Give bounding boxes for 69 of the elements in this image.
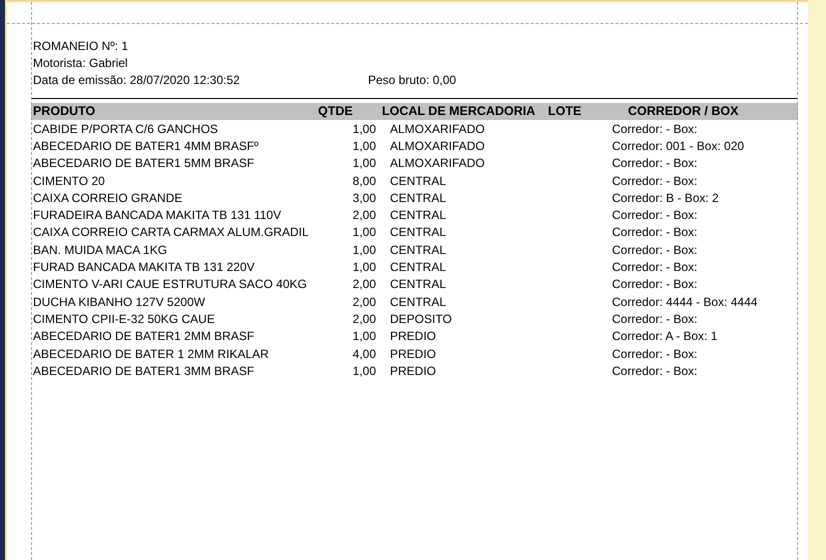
report-title: ROMANEIO Nº: 1 — [33, 38, 130, 55]
column-header: LOTE — [548, 103, 582, 120]
table-cell-text: 1,00 — [352, 224, 376, 242]
table-cell-text: 4,00 — [352, 346, 376, 363]
column-header: QTDE — [318, 103, 354, 120]
table-cell-text: ABECEDARIO DE BATER1 5MM BRASF — [32, 155, 256, 172]
table-cell-text: 2,00 — [352, 207, 376, 224]
table-cell-text: 1,00 — [352, 155, 376, 172]
table-cell-text: 1,00 — [352, 138, 376, 155]
column-header: LOCAL DE MERCADORIA — [382, 103, 536, 120]
table-cell-text: PREDIO — [389, 346, 438, 363]
table-cell-text: Corredor: B - Box: 2 — [612, 190, 720, 207]
table-cell-text: 1,00 — [352, 120, 376, 138]
table-cell-text: ALMOXARIFADO — [389, 138, 486, 155]
table-cell-text: ALMOXARIFADO — [389, 155, 486, 172]
table-cell-text: Corredor: 4444 - Box: 4444 — [612, 294, 758, 311]
table-cell-text: DEPOSITO — [389, 310, 453, 328]
table-cell-text: CAIXA CORREIO CARTA CARMAX ALUM.GRADIL — [32, 224, 310, 242]
table-cell-text: Corredor: A - Box: 1 — [612, 328, 718, 346]
table-cell-text: CENTRAL — [389, 207, 448, 224]
table-cell-text: ABECEDARIO DE BATER 1 2MM RIKALAR — [32, 346, 270, 363]
table-cell-text: DUCHA KIBANHO 127V 5200W — [32, 294, 206, 311]
table-cell-text: Corredor: - Box: — [612, 362, 698, 380]
table-cell-text: Corredor: - Box: — [612, 120, 698, 138]
table-cell-text: CABIDE P/PORTA C/6 GANCHOS — [32, 120, 219, 138]
table-cell-text: CENTRAL — [389, 294, 448, 311]
table-cell-text: ALMOXARIFADO — [389, 120, 486, 138]
table-cell-text: 1,00 — [352, 242, 376, 259]
table-cell-text: Corredor: - Box: — [612, 310, 698, 328]
table-cell-text: 2,00 — [352, 276, 376, 294]
table-cell-text: Corredor: - Box: — [612, 172, 698, 190]
column-header: CORREDOR / BOX — [628, 103, 740, 120]
table-cell-text: Corredor: - Box: — [612, 259, 698, 276]
table-cell-text: Corredor: - Box: — [612, 207, 698, 224]
table-cell-text: 2,00 — [352, 294, 376, 311]
table-cell-text: 1,00 — [352, 362, 376, 380]
table-cell-text: CENTRAL — [389, 259, 448, 276]
table-cell-text: 8,00 — [352, 172, 376, 190]
table-cell-text: 1,00 — [352, 328, 376, 346]
table-cell-text: Corredor: - Box: — [612, 224, 698, 242]
issue-date-text: Data de emissão: 28/07/2020 12:30:52 — [33, 72, 241, 89]
table-cell-text: ABECEDARIO DE BATER1 3MM BRASF — [32, 362, 256, 380]
table-cell-text: Corredor: - Box: — [612, 155, 698, 172]
table-cell-text: PREDIO — [389, 362, 438, 380]
table-cell-text: CENTRAL — [389, 190, 448, 207]
table-cell-text: CENTRAL — [389, 224, 448, 242]
table-cell-text: 3,00 — [352, 190, 376, 207]
table-cell-text: PREDIO — [389, 328, 438, 346]
driver-text: Motorista: Gabriel — [33, 55, 129, 72]
table-cell-text: Corredor: 001 - Box: 020 — [612, 138, 746, 155]
column-header: PRODUTO — [32, 103, 96, 120]
table-cell-text: Corredor: - Box: — [612, 276, 698, 294]
gross-weight-text: Peso bruto: 0,00 — [368, 72, 456, 89]
table-cell-text: CENTRAL — [389, 242, 448, 259]
table-cell-text: CIMENTO V-ARI CAUE ESTRUTURA SACO 40KG — [32, 276, 308, 294]
table-cell-text: ABECEDARIO DE BATER1 2MM BRASF — [32, 328, 256, 346]
table-cell-text: Corredor: - Box: — [612, 346, 698, 363]
table-cell-text: 1,00 — [352, 259, 376, 276]
table-cell-text: ABECEDARIO DE BATER1 4MM BRASFº — [32, 138, 260, 155]
table-cell-text: CIMENTO 20 — [32, 172, 106, 190]
table-cell-text: CENTRAL — [389, 276, 448, 294]
table-cell-text: FURAD BANCADA MAKITA TB 131 220V — [32, 259, 256, 276]
table-cell-text: Corredor: - Box: — [612, 242, 698, 259]
table-cell-text: 2,00 — [352, 310, 376, 328]
table-cell-text: CAIXA CORREIO GRANDE — [32, 190, 184, 207]
table-cell-text: CIMENTO CPII-E-32 50KG CAUE — [32, 310, 216, 328]
table-cell-text: FURADEIRA BANCADA MAKITA TB 131 110V — [32, 207, 282, 224]
table-cell-text: BAN. MUIDA MACA 1KG — [32, 242, 168, 259]
table-cell-text: CENTRAL — [389, 172, 448, 190]
